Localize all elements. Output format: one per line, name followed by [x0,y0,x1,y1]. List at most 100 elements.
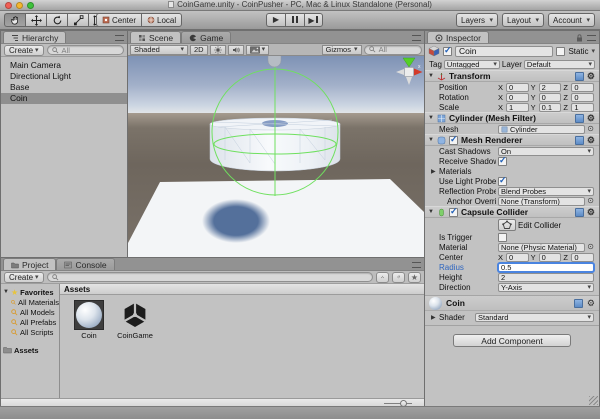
is-trigger-checkbox[interactable] [498,233,507,242]
lock-icon[interactable] [576,34,583,42]
move-tool-button[interactable] [25,13,46,27]
height-field[interactable]: 2 [498,273,594,282]
assets-root-folder[interactable]: Assets [1,345,59,355]
asset-coin-material[interactable]: Coin [70,300,108,340]
panel-menu-icon[interactable] [412,35,421,41]
panel-menu-icon[interactable] [412,262,421,268]
mesh-filter-header[interactable]: ▼ Cylinder (Mesh Filter) ⚙ [425,112,599,124]
gear-icon[interactable]: ⚙ [587,114,595,123]
minimize-button[interactable] [16,2,23,9]
scale-z-field[interactable]: 1 [571,103,594,112]
asset-coingame-scene[interactable]: CoinGame [116,300,154,340]
scale-tool-button[interactable] [67,13,88,27]
gear-icon[interactable]: ⚙ [587,299,595,308]
radius-field[interactable]: 0.5 [498,263,594,272]
effects-dropdown[interactable]: ▾ [246,45,270,55]
direction-dropdown[interactable]: Y-Axis▾ [498,283,594,292]
tab-scene[interactable]: Scene [130,31,181,43]
2d-toggle-button[interactable]: 2D [190,45,208,55]
layer-dropdown[interactable]: Default▾ [524,60,595,69]
tag-dropdown[interactable]: Untagged▾ [444,60,500,69]
hierarchy-create-button[interactable]: Create▾ [4,45,44,56]
scale-x-field[interactable]: 1 [506,103,529,112]
tab-project[interactable]: Project [3,258,56,270]
pivot-mode-button[interactable]: Center [96,13,141,27]
layout-dropdown[interactable]: Layout▾ [502,13,544,27]
rotation-z-field[interactable]: 0 [571,93,594,102]
shading-mode-dropdown[interactable]: Shaded▾ [130,45,188,55]
audio-toggle-button[interactable] [228,45,244,55]
step-button[interactable]: ▶ [304,13,323,27]
gear-icon[interactable]: ⚙ [587,136,595,145]
object-picker-icon[interactable]: ⊙ [587,125,594,133]
active-checkbox[interactable]: ✓ [443,47,452,56]
transform-header[interactable]: ▼ Transform ⚙ [425,70,599,82]
reflection-probes-dropdown[interactable]: Blend Probes▾ [498,187,594,196]
maximize-button[interactable] [27,2,34,9]
pause-button[interactable] [285,13,304,27]
static-checkbox[interactable] [556,47,565,56]
account-dropdown[interactable]: Account▾ [548,13,595,27]
static-dropdown-arrow[interactable]: ▾ [591,48,595,55]
thumbnail-size-slider[interactable] [384,403,412,404]
anchor-override-field[interactable]: None (Transform) [498,197,585,206]
favorites-all-scripts[interactable]: All Scripts [1,327,59,337]
tab-game[interactable]: Game [181,31,231,43]
favorite-search-button[interactable]: ★ [408,272,421,283]
scene-search-input[interactable]: All [364,45,422,55]
capsule-collider-header[interactable]: ▼ ✓ Capsule Collider ⚙ [425,206,599,218]
gear-icon[interactable]: ⚙ [587,72,595,81]
hierarchy-item-main-camera[interactable]: Main Camera [1,60,127,71]
play-button[interactable]: ▶ [266,13,285,27]
object-picker-icon[interactable]: ⊙ [587,243,594,251]
physic-material-field[interactable]: None (Physic Material) [498,243,585,252]
hierarchy-item-coin[interactable]: Coin [1,93,127,104]
foldout-icon[interactable]: ▶ [431,314,437,321]
tab-hierarchy[interactable]: Hierarchy [3,31,66,43]
panel-menu-icon[interactable] [115,35,124,41]
help-book-icon[interactable] [575,136,584,145]
receive-shadows-checkbox[interactable]: ✓ [498,157,507,166]
layers-dropdown[interactable]: Layers▾ [456,13,498,27]
tab-console[interactable]: Console [56,258,114,270]
search-by-label-button[interactable] [392,272,405,283]
add-component-button[interactable]: Add Component [453,334,571,347]
rotation-y-field[interactable]: 0 [539,93,562,102]
favorites-all-prefabs[interactable]: All Prefabs [1,317,59,327]
favorites-all-models[interactable]: All Models [1,307,59,317]
resize-grip[interactable] [589,396,598,405]
hierarchy-item-directional-light[interactable]: Directional Light [1,71,127,82]
hierarchy-search-input[interactable]: All [47,45,124,55]
use-light-probes-checkbox[interactable]: ✓ [498,177,507,186]
rotate-tool-button[interactable] [46,13,67,27]
materials-foldout-row[interactable]: ▶ Materials [425,166,599,176]
help-book-icon[interactable] [574,299,583,308]
position-y-field[interactable]: 2 [539,83,562,92]
search-by-type-button[interactable] [376,272,389,283]
help-book-icon[interactable] [575,114,584,123]
capsule-collider-enabled-checkbox[interactable]: ✓ [449,208,458,217]
mesh-object-field[interactable]: Cylinder [498,125,585,134]
project-search-input[interactable] [47,272,373,282]
help-book-icon[interactable] [575,208,584,217]
scene-viewport[interactable]: x [128,56,424,257]
favorites-root[interactable]: ▼ ★ Favorites [1,287,59,297]
gizmos-dropdown[interactable]: Gizmos▾ [322,45,362,55]
material-header[interactable]: Coin ⚙ [425,295,599,311]
mesh-renderer-header[interactable]: ▼ ✓ Mesh Renderer ⚙ [425,134,599,146]
rotation-x-field[interactable]: 0 [506,93,529,102]
help-book-icon[interactable] [575,72,584,81]
cast-shadows-dropdown[interactable]: On▾ [498,147,594,156]
hierarchy-item-base[interactable]: Base [1,82,127,93]
position-x-field[interactable]: 0 [506,83,529,92]
shader-dropdown[interactable]: Standard▾ [475,313,594,322]
panel-menu-icon[interactable] [587,35,596,41]
position-z-field[interactable]: 0 [571,83,594,92]
center-y-field[interactable]: 0 [539,253,562,262]
gameobject-name-field[interactable]: Coin [455,46,553,57]
scale-y-field[interactable]: 0.1 [539,103,562,112]
center-z-field[interactable]: 0 [571,253,594,262]
edit-collider-button[interactable] [498,219,516,231]
favorites-all-materials[interactable]: All Materials [1,297,59,307]
project-create-button[interactable]: Create▾ [4,272,44,283]
